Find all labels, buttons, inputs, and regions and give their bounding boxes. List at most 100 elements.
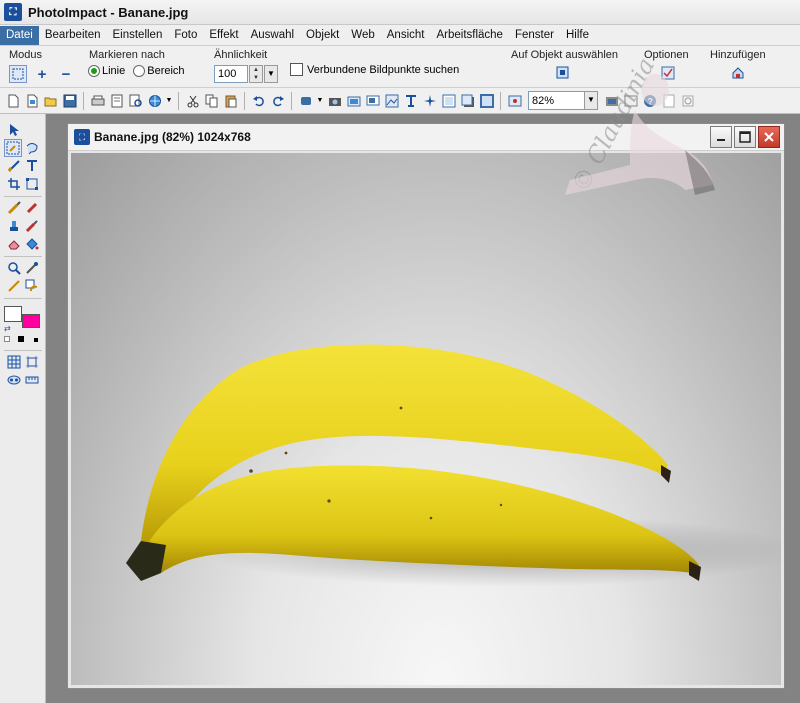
redo-icon <box>272 95 284 106</box>
pen-tool[interactable] <box>6 158 22 174</box>
open-button[interactable] <box>42 92 59 109</box>
swap-colors-icon[interactable]: ⇄ <box>4 324 11 333</box>
tone-button[interactable] <box>402 92 419 109</box>
cut-button[interactable] <box>184 92 201 109</box>
measure-tool[interactable] <box>6 278 22 294</box>
menu-fenster[interactable]: Fenster <box>509 26 560 45</box>
print-preview-button[interactable] <box>108 92 125 109</box>
undo-button[interactable] <box>250 92 267 109</box>
fill-tool[interactable] <box>24 236 40 252</box>
paint-tool[interactable] <box>6 200 22 216</box>
black-color-chip[interactable] <box>18 336 24 342</box>
web-dropdown-button[interactable]: ▼ <box>165 92 173 109</box>
verbundene-checkbox[interactable] <box>290 63 303 76</box>
menu-auswahl[interactable]: Auswahl <box>245 26 300 45</box>
radio-linie[interactable]: Linie <box>88 65 125 77</box>
zoom-tool[interactable] <box>6 260 22 276</box>
copy-button[interactable] <box>203 92 220 109</box>
export-button[interactable] <box>622 92 639 109</box>
radio-bereich[interactable]: Bereich <box>133 65 185 77</box>
hand-tool[interactable] <box>24 278 40 294</box>
new-file-icon <box>8 94 18 107</box>
transform-tool[interactable] <box>24 176 40 192</box>
menu-web[interactable]: Web <box>345 26 380 45</box>
subtract-selection-button[interactable]: − <box>57 65 75 83</box>
note-button[interactable] <box>660 92 677 109</box>
photoimpact-app-icon[interactable]: ⛶ <box>4 3 22 21</box>
lasso-tool[interactable] <box>24 140 40 156</box>
minimize-button[interactable] <box>710 126 732 148</box>
add-selection-button[interactable]: + <box>33 65 51 83</box>
new-from-button[interactable] <box>23 92 40 109</box>
tool-panel: ⇄ <box>0 114 46 703</box>
zoom-select[interactable]: 82% ▼ <box>528 91 598 110</box>
ruler-toggle[interactable] <box>24 372 40 388</box>
menu-ansicht[interactable]: Ansicht <box>381 26 431 45</box>
sparkle-button[interactable] <box>421 92 438 109</box>
menu-einstellen[interactable]: Einstellen <box>106 26 168 45</box>
save-button[interactable] <box>61 92 78 109</box>
border-icon <box>479 93 494 108</box>
menu-foto[interactable]: Foto <box>168 26 203 45</box>
pick-tool[interactable] <box>6 122 22 138</box>
brush-tool[interactable] <box>24 200 40 216</box>
crop-tool[interactable] <box>6 176 22 192</box>
retouch-tool[interactable] <box>24 218 40 234</box>
white-color-chip[interactable] <box>4 336 10 342</box>
menu-datei[interactable]: Datei <box>0 25 39 45</box>
guide-toggle[interactable] <box>24 354 40 370</box>
menu-objekt[interactable]: Objekt <box>300 26 345 45</box>
close-button[interactable] <box>758 126 780 148</box>
image-canvas[interactable] <box>71 153 781 685</box>
redo-button[interactable] <box>269 92 286 109</box>
camera-button[interactable] <box>326 92 343 109</box>
image-info-button[interactable] <box>383 92 400 109</box>
clone-tool[interactable] <box>6 218 22 234</box>
print-button[interactable] <box>89 92 106 109</box>
tool-separator <box>4 298 42 299</box>
auf-objekt-button[interactable] <box>555 65 571 81</box>
aehnlichkeit-spinner[interactable]: ▲ ▼ <box>249 65 263 83</box>
help-button[interactable]: ? <box>641 92 658 109</box>
menu-effekt[interactable]: Effekt <box>203 26 244 45</box>
extra-button[interactable] <box>679 92 696 109</box>
tools-button[interactable] <box>603 92 620 109</box>
new-file-button[interactable] <box>4 92 21 109</box>
scan-button[interactable] <box>345 92 362 109</box>
image-window-titlebar[interactable]: ⛶ Banane.jpg (82%) 1024x768 <box>68 124 784 151</box>
shadow-button[interactable] <box>459 92 476 109</box>
retouch-icon <box>25 220 38 233</box>
new-selection-mode-button[interactable] <box>9 65 27 83</box>
image-window[interactable]: ⛶ Banane.jpg (82%) 1024x768 <box>67 123 785 689</box>
foreground-color-swatch[interactable] <box>4 306 22 322</box>
menu-bearbeiten[interactable]: Bearbeiten <box>39 26 107 45</box>
menu-hilfe[interactable]: Hilfe <box>560 26 595 45</box>
eyedropper-tool[interactable] <box>24 260 40 276</box>
eyedropper-icon <box>26 262 38 274</box>
stamp-dropdown-button[interactable]: ▼ <box>316 92 324 109</box>
background-color-swatch[interactable] <box>22 314 40 328</box>
eraser-tool[interactable] <box>6 236 22 252</box>
reset-colors-chip[interactable] <box>34 338 38 342</box>
grid-toggle[interactable] <box>6 354 22 370</box>
magic-wand-tool[interactable] <box>4 139 22 157</box>
text-t-icon <box>27 160 37 171</box>
text-tool[interactable] <box>24 158 40 174</box>
optionen-button[interactable] <box>660 65 676 81</box>
radio-bereich-indicator <box>133 65 146 77</box>
stamp-button[interactable] <box>297 92 314 109</box>
paste-button[interactable] <box>222 92 239 109</box>
view-button[interactable] <box>506 92 523 109</box>
menu-arbeitsflaeche[interactable]: Arbeitsfläche <box>430 26 508 45</box>
crop-frame-button[interactable] <box>478 92 495 109</box>
maximize-button[interactable] <box>734 126 756 148</box>
hinzufuegen-button[interactable] <box>730 65 746 81</box>
screen-capture-button[interactable] <box>364 92 381 109</box>
frame-button[interactable] <box>440 92 457 109</box>
zoom-preview-button[interactable] <box>127 92 144 109</box>
view-image-icon <box>508 95 521 106</box>
aehnlichkeit-input[interactable]: 100 <box>214 65 248 83</box>
aehnlichkeit-slider-dropdown[interactable]: ▼ <box>264 65 278 83</box>
mask-toggle[interactable] <box>6 372 22 388</box>
web-button[interactable] <box>146 92 163 109</box>
